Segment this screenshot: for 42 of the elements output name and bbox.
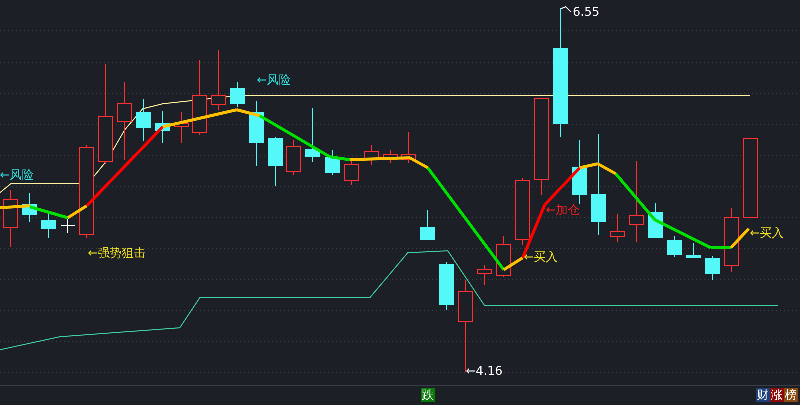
candlestick [156,110,170,144]
signal-label: ←加仓 [546,204,580,216]
candlestick [610,214,626,242]
high-price-label: 6.55 [573,6,600,18]
candlestick [706,256,720,280]
signal-label: ←风险 [257,74,292,86]
signal-label: ←强势狙击 [88,247,146,259]
candlestick [402,132,416,164]
signal-label: ←风险 [0,169,34,181]
candlestick [212,50,226,110]
candlestick [22,192,38,222]
crosshair-icon [60,218,76,234]
candlestick [230,82,246,108]
candlestick [4,190,18,248]
candlestick [344,160,360,186]
ranking-badge[interactable]: 涨 [770,388,784,402]
fall-badge: 跌 [421,388,435,402]
candlestick [420,210,436,240]
candlestick [648,202,664,238]
candlestick [440,262,454,310]
candlestick [572,140,588,204]
signal-label: ←买入 [524,251,558,263]
candlestick [136,98,152,142]
candlestick [326,150,340,176]
candlestick [306,108,320,162]
candlestick [478,264,492,286]
low-price-label: ←4.16 [466,365,503,377]
candlestick [42,212,56,238]
candlestick [174,112,190,144]
candlestick [516,178,530,246]
ranking-badge[interactable]: 榜 [784,388,798,402]
candlestick [268,136,284,186]
candlestick [724,208,740,272]
ranking-badge[interactable]: 财 [756,388,770,402]
candlestick [250,100,264,166]
candlestick [364,144,380,166]
signal-label: ←买入 [750,227,784,239]
candlestick [686,242,702,258]
leader-line [560,6,572,12]
candlestick [668,236,682,258]
candlestick [286,140,302,176]
candlestick [384,150,398,164]
